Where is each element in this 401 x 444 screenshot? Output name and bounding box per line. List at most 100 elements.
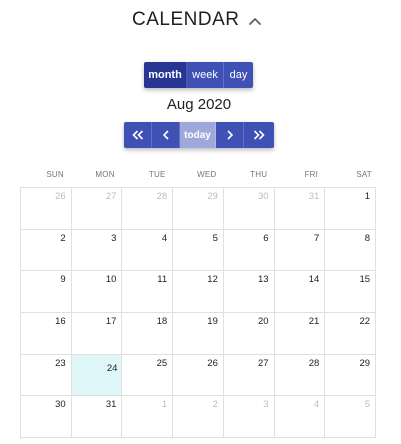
day-number: 10 <box>105 274 117 286</box>
day-number: 3 <box>263 399 269 411</box>
day-number: 15 <box>359 274 371 286</box>
calendar-day[interactable]: 26 <box>21 188 72 230</box>
calendar-header: CALENDAR <box>0 8 401 34</box>
day-number: 27 <box>105 191 117 202</box>
double-chevron-right-icon <box>253 130 265 140</box>
previous-year-button[interactable] <box>124 122 152 148</box>
calendar-day[interactable]: 31 <box>274 188 326 230</box>
calendar-day[interactable]: 18 <box>122 313 174 355</box>
calendar-day[interactable]: 19 <box>173 313 224 355</box>
calendar-day[interactable]: 1 <box>325 188 377 230</box>
today-button[interactable]: today <box>180 122 216 148</box>
calendar-day[interactable]: 11 <box>122 271 174 314</box>
next-year-button[interactable] <box>244 122 274 148</box>
calendar-day[interactable]: 27 <box>223 354 275 397</box>
calendar-day-today[interactable]: 24 <box>71 354 123 397</box>
page-title: CALENDAR <box>132 9 240 30</box>
day-number: 4 <box>161 232 168 244</box>
day-number: 23 <box>55 357 66 369</box>
day-number: 26 <box>55 191 66 202</box>
day-number: 1 <box>364 191 371 202</box>
calendar-day[interactable]: 4 <box>122 229 174 272</box>
day-number: 2 <box>60 232 66 244</box>
day-number: 12 <box>207 274 218 286</box>
month-label-container: Aug 2020 <box>0 96 401 113</box>
day-number: 17 <box>105 316 117 328</box>
calendar-day[interactable]: 31 <box>71 396 123 439</box>
calendar-day[interactable]: 14 <box>274 271 326 314</box>
day-number: 22 <box>359 316 371 328</box>
calendar-day[interactable]: 17 <box>71 313 123 355</box>
month-view-button[interactable]: month <box>144 62 187 88</box>
calendar-day[interactable]: 6 <box>223 229 275 272</box>
chevron-left-icon <box>162 130 169 140</box>
calendar-day[interactable]: 9 <box>21 271 72 314</box>
calendar-day[interactable]: 29 <box>325 354 377 397</box>
calendar-day[interactable]: 23 <box>21 354 72 397</box>
calendar-week-row: 23 24 25 26 27 28 29 <box>21 354 377 397</box>
calendar-day[interactable]: 20 <box>223 313 275 355</box>
calendar-week-row: 30 31 1 2 3 4 5 <box>21 396 377 439</box>
day-number: 1 <box>161 399 168 411</box>
calendar-day[interactable]: 22 <box>325 313 377 355</box>
calendar-day[interactable]: 7 <box>274 229 326 272</box>
calendar-day[interactable]: 5 <box>325 396 377 439</box>
day-number: 29 <box>359 357 371 369</box>
chevron-up-icon[interactable] <box>248 14 262 28</box>
weekday-header: SAT <box>356 170 372 179</box>
calendar-day[interactable]: 15 <box>325 271 377 314</box>
day-number: 28 <box>156 191 168 202</box>
calendar-day[interactable]: 30 <box>223 188 275 230</box>
calendar-day[interactable]: 29 <box>173 188 224 230</box>
day-number: 28 <box>308 357 320 369</box>
day-number: 9 <box>60 274 66 286</box>
calendar-day[interactable]: 25 <box>122 354 174 397</box>
calendar-day[interactable]: 30 <box>21 396 72 439</box>
week-view-button[interactable]: week <box>187 62 224 88</box>
day-number: 30 <box>258 191 269 202</box>
day-number: 18 <box>156 316 168 328</box>
calendar-day[interactable]: 26 <box>173 354 224 397</box>
day-number: 29 <box>207 191 218 202</box>
calendar-day[interactable]: 2 <box>21 229 72 272</box>
calendar-day[interactable]: 3 <box>71 229 123 272</box>
chevron-right-icon <box>226 130 233 140</box>
calendar-day[interactable]: 5 <box>173 229 224 272</box>
calendar-day[interactable]: 4 <box>274 396 326 439</box>
weekday-header: WED <box>197 170 217 179</box>
calendar-day[interactable]: 13 <box>223 271 275 314</box>
calendar-day[interactable]: 3 <box>223 396 275 439</box>
calendar-week-row: 9 10 11 12 13 14 15 <box>21 271 377 314</box>
calendar-day[interactable]: 12 <box>173 271 224 314</box>
calendar-day[interactable]: 16 <box>21 313 72 355</box>
day-number: 31 <box>105 399 117 411</box>
date-navigation: today <box>124 122 274 148</box>
calendar-day[interactable]: 2 <box>173 396 224 439</box>
calendar-day[interactable]: 28 <box>122 188 174 230</box>
day-number: 5 <box>212 232 218 244</box>
calendar-day[interactable]: 10 <box>71 271 123 314</box>
day-number: 21 <box>308 316 320 328</box>
calendar-grid: 26 27 28 29 30 31 1 2 3 4 5 6 7 8 9 10 11 12 13 14 15 16 17 18 1… <box>20 187 377 439</box>
calendar-day[interactable]: 21 <box>274 313 326 355</box>
day-number: 8 <box>364 232 371 244</box>
day-number: 6 <box>263 232 269 244</box>
day-number: 24 <box>106 362 118 374</box>
calendar-day[interactable]: 1 <box>122 396 174 439</box>
calendar-week-row: 16 17 18 19 20 21 22 <box>21 313 377 355</box>
calendar-week-row: 2 3 4 5 6 7 8 <box>21 229 377 272</box>
day-number: 26 <box>207 357 218 369</box>
calendar-day[interactable]: 28 <box>274 354 326 397</box>
previous-month-button[interactable] <box>152 122 180 148</box>
day-number: 2 <box>212 399 218 411</box>
day-number: 30 <box>55 399 66 411</box>
next-month-button[interactable] <box>216 122 244 148</box>
calendar-day[interactable]: 27 <box>71 188 123 230</box>
day-view-button[interactable]: day <box>224 62 253 88</box>
day-number: 31 <box>308 191 320 202</box>
day-number: 19 <box>207 316 218 328</box>
day-number: 5 <box>364 399 371 411</box>
day-number: 7 <box>314 232 320 244</box>
calendar-day[interactable]: 8 <box>325 229 377 272</box>
day-number: 13 <box>258 274 269 286</box>
